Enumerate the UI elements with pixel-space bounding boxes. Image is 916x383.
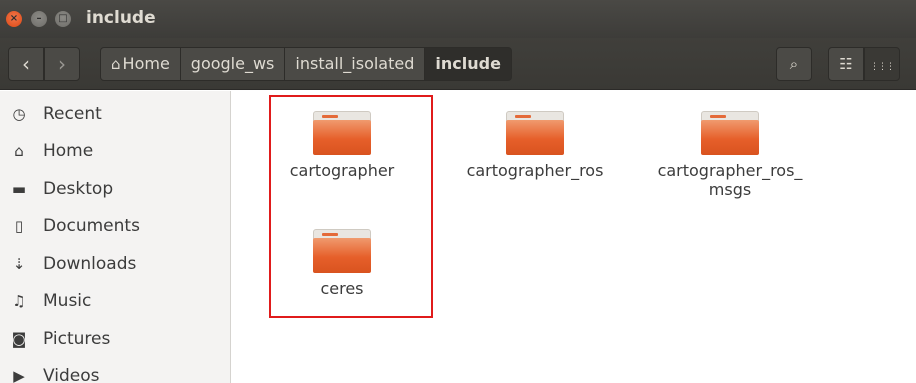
window-title: include xyxy=(86,8,156,28)
toolbar: ‹ › ⌂ Home google_ws install_isolated inc… xyxy=(0,38,916,90)
home-icon: ⌂ xyxy=(14,141,24,160)
highlight-box xyxy=(269,95,433,318)
list-view-button[interactable]: ☷ xyxy=(828,47,864,81)
forward-button[interactable]: › xyxy=(44,47,80,81)
document-icon: ▯ xyxy=(14,216,24,235)
camera-icon: ◙ xyxy=(11,329,27,348)
sidebar-item-documents[interactable]: ▯ Documents xyxy=(0,207,231,244)
sidebar-item-videos[interactable]: ▶ Videos xyxy=(0,357,231,383)
download-icon: ⇣ xyxy=(12,254,26,273)
sidebar-item-desktop[interactable]: ▬ Desktop xyxy=(0,170,231,207)
chevron-right-icon: › xyxy=(58,52,66,76)
sidebar-item-music[interactable]: ♫ Music xyxy=(0,282,231,319)
sidebar-item-label: Downloads xyxy=(43,253,137,274)
music-icon: ♫ xyxy=(12,291,26,310)
breadcrumb-label: install_isolated xyxy=(295,54,415,73)
file-name: cartographer_ros_ msgs xyxy=(657,161,803,199)
breadcrumb: ⌂ Home google_ws install_isolated include xyxy=(100,47,512,81)
breadcrumb-label: google_ws xyxy=(190,54,275,73)
sidebar-item-label: Documents xyxy=(43,215,140,236)
minimize-window-button[interactable]: – xyxy=(31,11,47,27)
folder-icon: ▬ xyxy=(11,179,27,198)
file-item-cartographer-ros-msgs[interactable]: cartographer_ros_ msgs xyxy=(650,111,810,199)
sidebar-item-label: Music xyxy=(43,290,92,311)
sidebar-item-label: Videos xyxy=(43,365,100,383)
close-window-button[interactable]: × xyxy=(6,11,22,27)
sidebar-item-label: Pictures xyxy=(43,328,111,349)
breadcrumb-label: Home xyxy=(122,54,170,73)
file-item-cartographer-ros[interactable]: cartographer_ros xyxy=(455,111,615,180)
breadcrumb-install-isolated[interactable]: install_isolated xyxy=(285,47,426,81)
breadcrumb-home[interactable]: ⌂ Home xyxy=(100,47,181,81)
chevron-left-icon: ‹ xyxy=(22,52,30,76)
folder-icon xyxy=(506,111,564,155)
minimize-icon: – xyxy=(36,13,42,24)
sidebar-item-recent[interactable]: ◷ Recent xyxy=(0,95,231,132)
file-name: cartographer_ros xyxy=(466,161,604,180)
sidebar-item-label: Desktop xyxy=(43,178,114,199)
maximize-window-button[interactable]: □ xyxy=(55,11,71,27)
sidebar-item-home[interactable]: ⌂ Home xyxy=(0,132,231,169)
search-button[interactable]: ⌕ xyxy=(776,47,812,81)
video-icon: ▶ xyxy=(13,366,25,383)
breadcrumb-label: include xyxy=(435,54,501,73)
breadcrumb-google-ws[interactable]: google_ws xyxy=(180,47,286,81)
back-button[interactable]: ‹ xyxy=(8,47,44,81)
sidebar-item-pictures[interactable]: ◙ Pictures xyxy=(0,320,231,357)
title-bar: × – □ include xyxy=(0,0,916,38)
close-icon: × xyxy=(9,13,19,24)
grid-view-button[interactable]: ⋮⋮⋮ xyxy=(864,47,900,81)
search-icon: ⌕ xyxy=(789,55,799,73)
grid-view-icon: ⋮⋮⋮ xyxy=(870,62,895,72)
sidebar: ◷ Recent ⌂ Home ▬ Desktop ▯ Documents ⇣ … xyxy=(0,91,231,383)
sidebar-item-label: Recent xyxy=(43,103,102,124)
breadcrumb-include[interactable]: include xyxy=(425,47,512,81)
sidebar-item-label: Home xyxy=(43,140,94,161)
clock-icon: ◷ xyxy=(12,104,26,123)
maximize-icon: □ xyxy=(58,13,68,24)
home-icon: ⌂ xyxy=(111,55,121,73)
folder-icon xyxy=(701,111,759,155)
list-view-icon: ☷ xyxy=(839,55,853,73)
sidebar-item-downloads[interactable]: ⇣ Downloads xyxy=(0,245,231,282)
